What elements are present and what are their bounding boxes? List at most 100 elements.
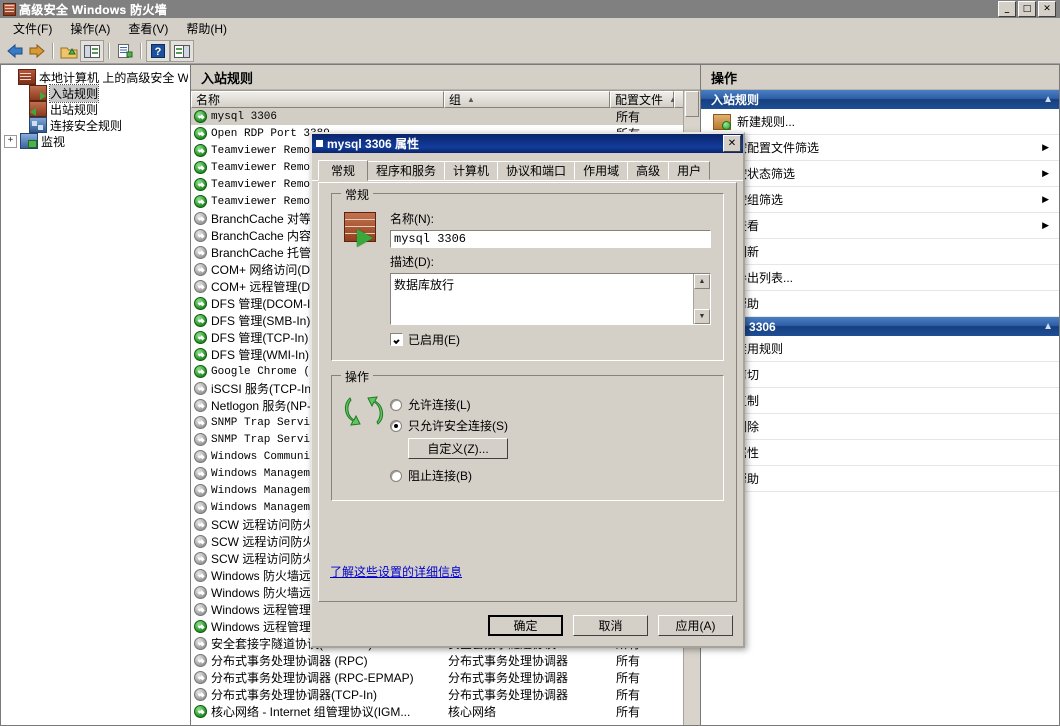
sidebar-item-connection-security-rules[interactable]: 连接安全规则 bbox=[4, 117, 188, 133]
column-header-profile[interactable]: 配置文件 ▲ bbox=[610, 91, 677, 108]
actions-list[interactable]: 入站规则 ▲ 新建规则... 按配置文件筛选 ▶ 按状态筛选 ▶ 按组筛选 ▶ 查看 ▶ 刷新 导出列表… bbox=[701, 90, 1059, 725]
forward-arrow-icon[interactable] bbox=[26, 41, 48, 61]
minimize-button[interactable]: _ bbox=[998, 1, 1016, 17]
tab-programs-and-services[interactable]: 程序和服务 bbox=[367, 161, 446, 180]
cancel-button[interactable]: 取消 bbox=[573, 615, 648, 636]
rule-group-cell: 分布式事务处理协调器 bbox=[448, 671, 569, 685]
up-folder-icon[interactable] bbox=[58, 41, 80, 61]
apply-button[interactable]: 应用(A) bbox=[658, 615, 733, 636]
action-item-label: 新建规则... bbox=[737, 115, 796, 129]
tab-scope[interactable]: 作用域 bbox=[574, 161, 629, 180]
tree-root-node[interactable]: 本地计算机 上的高级安全 Wind bbox=[4, 69, 188, 85]
actions-pane-title: 操作 bbox=[701, 65, 1059, 90]
rule-enabled-icon bbox=[194, 348, 207, 361]
help-icon[interactable]: ? bbox=[146, 40, 170, 62]
column-header-group[interactable]: 组 ▲ bbox=[444, 91, 610, 108]
scroll-up-icon[interactable]: ▲ bbox=[694, 274, 710, 289]
show-hide-tree-icon[interactable] bbox=[80, 40, 104, 62]
rule-enabled-icon bbox=[194, 195, 207, 208]
rule-disabled-icon bbox=[194, 603, 207, 616]
sidebar-item-inbound-rules[interactable]: 入站规则 bbox=[4, 83, 188, 103]
sidebar-item-monitoring[interactable]: + 监视 bbox=[4, 133, 188, 149]
name-input[interactable]: mysql 3306 bbox=[390, 230, 711, 248]
chevron-up-icon[interactable]: ▲ bbox=[1043, 94, 1053, 105]
customize-button[interactable]: 自定义(Z)... bbox=[408, 438, 508, 459]
radio-block-connection[interactable]: 阻止连接(B) bbox=[390, 467, 711, 484]
column-header-name-label: 名称 bbox=[196, 93, 221, 107]
toolbar-separator bbox=[140, 43, 142, 59]
menu-file[interactable]: 文件(F) bbox=[4, 18, 61, 39]
action-item[interactable]: 复制 bbox=[701, 388, 1059, 414]
action-groupbox-legend: 操作 bbox=[341, 368, 374, 385]
action-item[interactable]: 查看 ▶ bbox=[701, 213, 1059, 239]
learn-more-link[interactable]: 了解这些设置的详细信息 bbox=[330, 563, 462, 580]
action-item[interactable]: 属性 bbox=[701, 440, 1059, 466]
table-row[interactable]: 分布式事务处理协调器 (RPC) 分布式事务处理协调器 所有 bbox=[191, 652, 700, 669]
tab-users[interactable]: 用户 bbox=[668, 161, 711, 180]
export-list-icon[interactable] bbox=[114, 41, 136, 61]
rule-name-label: 核心网络 - Internet 组管理协议(IGM... bbox=[211, 705, 411, 719]
radio-allow-connection[interactable]: 允许连接(L) bbox=[390, 396, 711, 413]
scrollbar-thumb[interactable] bbox=[685, 91, 699, 117]
enabled-checkbox-row[interactable]: 已启用(E) bbox=[390, 331, 711, 348]
tab-general[interactable]: 常规 bbox=[318, 160, 369, 181]
back-arrow-icon[interactable] bbox=[4, 41, 26, 61]
new-rule-icon bbox=[713, 113, 731, 130]
enabled-checkbox[interactable] bbox=[390, 333, 403, 346]
menu-view[interactable]: 查看(V) bbox=[119, 18, 177, 39]
rule-disabled-icon bbox=[194, 399, 207, 412]
radio-allow-secure-connection-button[interactable] bbox=[390, 419, 402, 432]
radio-allow-secure-connection[interactable]: 只允许安全连接(S) bbox=[390, 417, 711, 434]
toolbar: ? bbox=[0, 39, 1060, 64]
tree-expander-plus-icon[interactable]: + bbox=[4, 134, 17, 148]
rule-disabled-icon bbox=[194, 263, 207, 276]
action-item[interactable]: 剪切 bbox=[701, 362, 1059, 388]
sidebar-item-outbound-rules[interactable]: 出站规则 bbox=[4, 101, 188, 117]
general-groupbox: 常规 名称(N): mysql 3306 描述(D): 数据库放行 ▲ ▼ 已启… bbox=[331, 186, 724, 361]
show-action-pane-icon[interactable] bbox=[170, 40, 194, 62]
description-scrollbar[interactable]: ▲ ▼ bbox=[693, 274, 710, 324]
menu-action[interactable]: 操作(A) bbox=[61, 18, 119, 39]
chevron-up-icon[interactable]: ▲ bbox=[1043, 321, 1053, 332]
action-item[interactable]: 帮助 bbox=[701, 466, 1059, 492]
actions-group-header[interactable]: mysql 3306▲ bbox=[701, 317, 1059, 336]
table-row[interactable]: 分布式事务处理协调器(TCP-In) 分布式事务处理协调器 所有 bbox=[191, 686, 700, 703]
maximize-button[interactable]: □ bbox=[1018, 1, 1036, 17]
rule-name-cell: 核心网络 - Internet 组管理协议(IGM... bbox=[191, 703, 444, 720]
rule-disabled-icon bbox=[194, 246, 207, 259]
ok-button[interactable]: 确定 bbox=[488, 615, 563, 636]
console-tree-pane: 本地计算机 上的高级安全 Wind 入站规则 出站规则 连接安全规则 bbox=[0, 64, 190, 726]
column-header-name[interactable]: 名称 bbox=[191, 91, 444, 108]
action-item[interactable]: 新建规则... bbox=[701, 109, 1059, 135]
action-item[interactable]: 帮助 bbox=[701, 291, 1059, 317]
close-button[interactable]: ✕ bbox=[1038, 1, 1056, 17]
rule-profile-cell: 所有 bbox=[616, 110, 641, 124]
tab-computers[interactable]: 计算机 bbox=[444, 161, 499, 180]
sidebar-item-label: 出站规则 bbox=[50, 102, 99, 117]
action-item[interactable]: 刷新 bbox=[701, 239, 1059, 265]
description-field-label: 描述(D): bbox=[390, 255, 434, 269]
inbound-rules-icon bbox=[29, 85, 47, 101]
action-item[interactable]: 禁用规则 bbox=[701, 336, 1059, 362]
menu-help[interactable]: 帮助(H) bbox=[177, 18, 236, 39]
tab-protocols-and-ports[interactable]: 协议和端口 bbox=[497, 161, 576, 180]
radio-block-connection-label: 阻止连接(B) bbox=[408, 469, 472, 483]
action-item[interactable]: 导出列表... bbox=[701, 265, 1059, 291]
tab-advanced[interactable]: 高级 bbox=[627, 161, 670, 180]
radio-allow-connection-button[interactable] bbox=[390, 398, 402, 411]
action-item[interactable]: 按配置文件筛选 ▶ bbox=[701, 135, 1059, 161]
rule-disabled-icon bbox=[194, 467, 207, 480]
table-row[interactable]: 分布式事务处理协调器 (RPC-EPMAP) 分布式事务处理协调器 所有 bbox=[191, 669, 700, 686]
actions-group-header[interactable]: 入站规则 ▲ bbox=[701, 90, 1059, 109]
dialog-close-button[interactable]: ✕ bbox=[723, 135, 741, 152]
action-item[interactable]: 按状态筛选 ▶ bbox=[701, 161, 1059, 187]
table-row[interactable]: mysql 3306 所有 bbox=[191, 108, 700, 125]
toolbar-separator bbox=[108, 43, 110, 59]
action-item[interactable]: 删除 bbox=[701, 414, 1059, 440]
action-item[interactable]: 按组筛选 ▶ bbox=[701, 187, 1059, 213]
table-row[interactable]: 核心网络 - Internet 组管理协议(IGM... 核心网络 所有 bbox=[191, 703, 700, 720]
scroll-down-icon[interactable]: ▼ bbox=[694, 309, 710, 324]
radio-allow-secure-connection-label: 只允许安全连接(S) bbox=[408, 419, 508, 433]
description-input[interactable]: 数据库放行 ▲ ▼ bbox=[390, 273, 711, 325]
radio-block-connection-button[interactable] bbox=[390, 469, 402, 482]
